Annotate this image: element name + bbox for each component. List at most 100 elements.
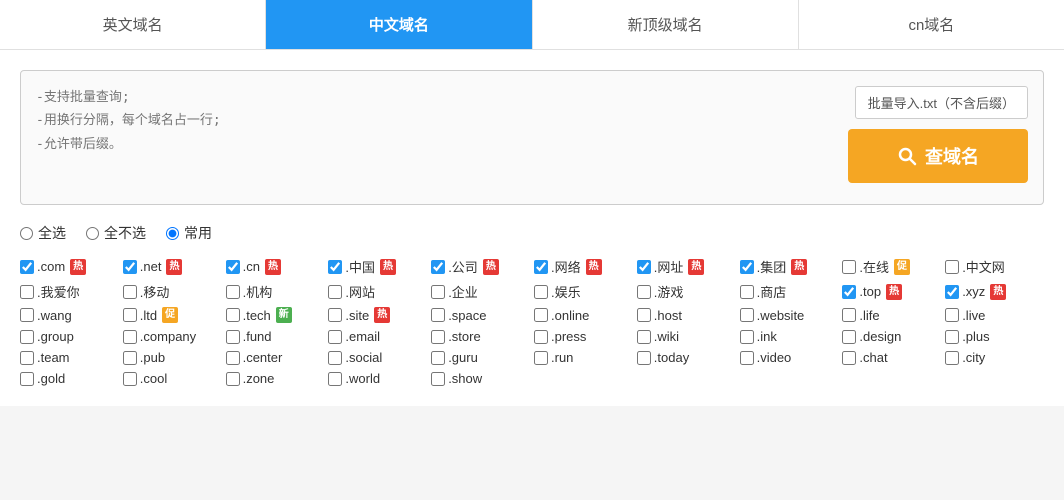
domain-label: .pub [140,350,165,365]
domain-checkbox-移动[interactable] [123,285,137,299]
domain-checkbox-ink[interactable] [740,330,754,344]
domain-label: .world [345,371,380,386]
domain-checkbox-show[interactable] [431,372,445,386]
domain-label: .wang [37,308,72,323]
domain-checkbox-com[interactable] [20,260,34,274]
domain-checkbox-website[interactable] [740,308,754,322]
domain-checkbox-中国[interactable] [328,260,342,274]
domain-label: .online [551,308,589,323]
domain-checkbox-商店[interactable] [740,285,754,299]
domain-label: .social [345,350,382,365]
domain-label: .网站 [345,282,375,301]
tab-en[interactable]: 英文域名 [0,0,266,49]
domain-checkbox-chat[interactable] [842,351,856,365]
domain-checkbox-集团[interactable] [740,260,754,274]
domain-item: .商店 [740,282,839,301]
domain-item: .cn热 [226,257,325,276]
domain-checkbox-ltd[interactable] [123,308,137,322]
domain-item: .city [945,350,1044,365]
domain-item: .cool [123,371,222,386]
domain-checkbox-city[interactable] [945,351,959,365]
domain-badge: 热 [483,259,499,275]
domain-item: .plus [945,329,1044,344]
domain-checkbox-娱乐[interactable] [534,285,548,299]
select-option-label-common: 常用 [184,223,212,243]
domain-checkbox-online[interactable] [534,308,548,322]
domain-checkbox-网址[interactable] [637,260,651,274]
domain-checkbox-tech[interactable] [226,308,240,322]
domain-label: .plus [962,329,989,344]
tab-new-tld[interactable]: 新顶级域名 [533,0,799,49]
domain-item: .公司热 [431,257,530,276]
domain-label: .run [551,350,573,365]
domain-checkbox-网络[interactable] [534,260,548,274]
domain-checkbox-run[interactable] [534,351,548,365]
domain-checkbox-world[interactable] [328,372,342,386]
select-option-none[interactable]: 全不选 [86,223,146,243]
domain-checkbox-wang[interactable] [20,308,34,322]
domain-checkbox-team[interactable] [20,351,34,365]
domain-checkbox-网站[interactable] [328,285,342,299]
domain-item: .企业 [431,282,530,301]
domain-checkbox-video[interactable] [740,351,754,365]
domain-label: .zone [243,371,275,386]
select-option-all[interactable]: 全选 [20,223,66,243]
domain-checkbox-fund[interactable] [226,330,240,344]
domain-checkbox-social[interactable] [328,351,342,365]
domain-checkbox-site[interactable] [328,308,342,322]
domain-checkbox-在线[interactable] [842,260,856,274]
domain-label: .网络 [551,257,581,276]
domain-checkbox-store[interactable] [431,330,445,344]
domain-checkbox-企业[interactable] [431,285,445,299]
domain-checkbox-design[interactable] [842,330,856,344]
tab-cn[interactable]: 中文域名 [266,0,532,49]
domain-label: .show [448,371,482,386]
domain-checkbox-company[interactable] [123,330,137,344]
domain-item: .store [431,329,530,344]
import-button[interactable]: 批量导入.txt（不含后缀） [855,86,1028,119]
select-option-common[interactable]: 常用 [166,223,212,243]
domain-label: .life [859,308,879,323]
domain-checkbox-press[interactable] [534,330,548,344]
domain-checkbox-我爱你[interactable] [20,285,34,299]
domain-checkbox-机构[interactable] [226,285,240,299]
domain-checkbox-net[interactable] [123,260,137,274]
domain-item: .top热 [842,282,941,301]
domain-badge: 促 [894,259,910,275]
domain-checkbox-gold[interactable] [20,372,34,386]
domain-label: .live [962,308,985,323]
domain-checkbox-host[interactable] [637,308,651,322]
domain-checkbox-today[interactable] [637,351,651,365]
domain-checkbox-life[interactable] [842,308,856,322]
domain-item: .video [740,350,839,365]
domain-label: .video [757,350,792,365]
domain-checkbox-space[interactable] [431,308,445,322]
domain-checkbox-plus[interactable] [945,330,959,344]
domain-checkbox-guru[interactable] [431,351,445,365]
domain-checkbox-cool[interactable] [123,372,137,386]
domain-label: .center [243,350,283,365]
domain-label: .中国 [345,257,375,276]
domain-item: .pub [123,350,222,365]
domain-checkbox-公司[interactable] [431,260,445,274]
domain-checkbox-cn[interactable] [226,260,240,274]
domain-checkbox-pub[interactable] [123,351,137,365]
domain-checkbox-live[interactable] [945,308,959,322]
search-button[interactable]: 查域名 [848,129,1028,183]
domain-item: .移动 [123,282,222,301]
tab-cn-domain[interactable]: cn域名 [799,0,1064,49]
domain-item: .我爱你 [20,282,119,301]
domain-label: .企业 [448,282,478,301]
search-textarea[interactable] [36,86,833,186]
domain-checkbox-email[interactable] [328,330,342,344]
domain-checkbox-top[interactable] [842,285,856,299]
domain-checkbox-zone[interactable] [226,372,240,386]
domain-checkbox-group[interactable] [20,330,34,344]
domain-checkbox-中文网[interactable] [945,260,959,274]
domain-label: .com [37,259,65,274]
domain-checkbox-wiki[interactable] [637,330,651,344]
domain-checkbox-游戏[interactable] [637,285,651,299]
domain-badge: 热 [374,307,390,323]
domain-checkbox-xyz[interactable] [945,285,959,299]
domain-checkbox-center[interactable] [226,351,240,365]
